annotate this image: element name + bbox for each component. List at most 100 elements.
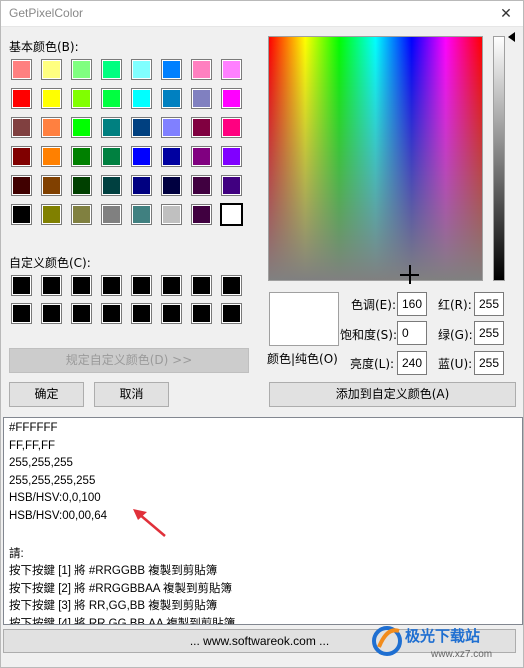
basic-color-swatch[interactable] — [191, 117, 212, 138]
luminance-label: 亮度(L): — [350, 357, 395, 371]
basic-color-swatch[interactable] — [161, 204, 182, 225]
basic-color-swatch[interactable] — [221, 175, 242, 196]
basic-color-swatch[interactable] — [131, 204, 152, 225]
green-field[interactable]: 255 — [474, 321, 504, 345]
blue-field[interactable]: 255 — [474, 351, 504, 375]
custom-color-swatch[interactable] — [191, 275, 212, 296]
custom-color-swatch[interactable] — [11, 303, 32, 324]
custom-color-swatch[interactable] — [71, 275, 92, 296]
custom-color-swatch[interactable] — [41, 303, 62, 324]
red-field[interactable]: 255 — [474, 292, 504, 316]
watermark-logo: 极光下载站 www.xz7.com — [372, 626, 492, 660]
custom-color-swatch[interactable] — [131, 275, 152, 296]
basic-color-swatch[interactable] — [41, 59, 62, 80]
output-line: 按下按鍵 [2] 將 #RRGGBBAA 複製到剪貼簿 — [9, 582, 233, 595]
watermark-brand-text: 极光下载站 — [405, 627, 480, 645]
basic-color-swatch[interactable] — [131, 117, 152, 138]
custom-color-swatch[interactable] — [101, 275, 122, 296]
basic-color-swatch[interactable] — [161, 175, 182, 196]
hue-field[interactable]: 160 — [397, 292, 427, 316]
custom-color-swatch[interactable] — [191, 303, 212, 324]
custom-color-swatch[interactable] — [221, 303, 242, 324]
window-title: GetPixelColor — [9, 6, 84, 20]
title-bar[interactable]: GetPixelColor ✕ — [1, 1, 523, 27]
custom-color-swatch[interactable] — [221, 275, 242, 296]
custom-color-swatch[interactable] — [101, 303, 122, 324]
basic-color-swatch[interactable] — [101, 175, 122, 196]
basic-color-swatch[interactable] — [101, 59, 122, 80]
basic-color-swatch[interactable] — [191, 59, 212, 80]
saturation-field[interactable]: 0 — [397, 321, 427, 345]
basic-color-swatch[interactable] — [41, 88, 62, 109]
green-label: 绿(G): — [438, 328, 473, 342]
color-output-text[interactable]: #FFFFFF FF,FF,FF 255,255,255 255,255,255,25… — [3, 417, 523, 625]
define-custom-colors-button[interactable]: 规定自定义颜色(D) >> — [9, 348, 249, 373]
basic-color-swatch[interactable] — [191, 204, 212, 225]
basic-color-swatch[interactable] — [101, 146, 122, 167]
luminance-slider[interactable] — [493, 36, 505, 281]
output-line: HSB/HSV:0,0,100 — [9, 492, 101, 504]
basic-color-swatch[interactable] — [101, 204, 122, 225]
basic-color-swatch[interactable] — [161, 146, 182, 167]
custom-color-swatch[interactable] — [71, 303, 92, 324]
basic-color-swatch[interactable] — [71, 146, 92, 167]
basic-color-swatch[interactable] — [11, 88, 32, 109]
basic-color-swatch[interactable] — [161, 59, 182, 80]
basic-color-swatch[interactable] — [191, 175, 212, 196]
basic-color-swatch[interactable] — [131, 146, 152, 167]
color-preview — [269, 292, 339, 346]
custom-color-swatch[interactable] — [161, 275, 182, 296]
basic-color-swatch[interactable] — [71, 204, 92, 225]
basic-color-swatch[interactable] — [41, 175, 62, 196]
output-line: 請: — [9, 547, 24, 560]
basic-color-swatch[interactable] — [131, 88, 152, 109]
basic-color-swatch[interactable] — [221, 204, 242, 225]
basic-color-swatch[interactable] — [101, 117, 122, 138]
basic-color-swatch[interactable] — [41, 204, 62, 225]
add-to-custom-colors-button[interactable]: 添加到自定义颜色(A) — [269, 382, 516, 407]
basic-color-swatch[interactable] — [71, 88, 92, 109]
output-line: #FFFFFF — [9, 422, 58, 434]
basic-color-swatch[interactable] — [11, 59, 32, 80]
custom-color-swatch[interactable] — [41, 275, 62, 296]
basic-color-swatch[interactable] — [131, 59, 152, 80]
basic-color-swatch[interactable] — [131, 175, 152, 196]
basic-color-swatch[interactable] — [161, 88, 182, 109]
output-line: 按下按鍵 [3] 將 RR,GG,BB 複製到剪貼簿 — [9, 600, 218, 612]
basic-color-swatch[interactable] — [71, 175, 92, 196]
output-line: FF,FF,FF — [9, 439, 55, 452]
basic-color-swatch[interactable] — [191, 88, 212, 109]
basic-color-swatch[interactable] — [11, 117, 32, 138]
basic-color-swatch[interactable] — [221, 59, 242, 80]
custom-color-swatch[interactable] — [11, 275, 32, 296]
basic-color-swatch[interactable] — [221, 88, 242, 109]
basic-color-swatch[interactable] — [41, 117, 62, 138]
basic-color-swatch[interactable] — [11, 204, 32, 225]
luminance-arrow-icon[interactable] — [508, 32, 515, 42]
basic-color-swatch[interactable] — [221, 117, 242, 138]
preview-label: 颜色|纯色(O) — [267, 352, 338, 366]
ok-button[interactable]: 确定 — [9, 382, 84, 407]
watermark-url-text: www.xz7.com — [430, 649, 492, 660]
output-line: 255,255,255 — [9, 457, 73, 469]
basic-color-swatch[interactable] — [191, 146, 212, 167]
cancel-button[interactable]: 取消 — [94, 382, 169, 407]
color-dialog-window: GetPixelColor ✕ 基本颜色(B): 自定义颜色(C): 规定自定义… — [0, 0, 524, 668]
close-button[interactable]: ✕ — [495, 3, 517, 25]
basic-color-swatch[interactable] — [11, 175, 32, 196]
custom-color-swatch[interactable] — [131, 303, 152, 324]
basic-color-swatch[interactable] — [71, 59, 92, 80]
custom-color-swatch[interactable] — [161, 303, 182, 324]
basic-color-swatch[interactable] — [11, 146, 32, 167]
custom-colors-label: 自定义颜色(C): — [9, 256, 91, 270]
luminance-field[interactable]: 240 — [397, 351, 427, 375]
basic-color-swatch[interactable] — [41, 146, 62, 167]
blue-label: 蓝(U): — [438, 357, 473, 371]
hue-saturation-spectrum[interactable] — [268, 36, 483, 284]
basic-color-swatch[interactable] — [71, 117, 92, 138]
basic-color-swatch[interactable] — [101, 88, 122, 109]
basic-color-swatch[interactable] — [161, 117, 182, 138]
basic-color-swatch[interactable] — [221, 146, 242, 167]
basic-colors-label: 基本颜色(B): — [9, 40, 79, 54]
spectrum-crosshair[interactable] — [400, 265, 419, 284]
